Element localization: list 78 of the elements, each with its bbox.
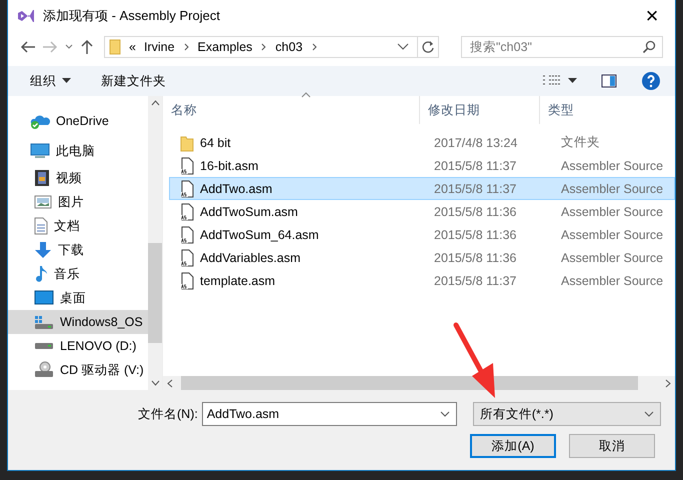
preview-pane-icon [601,74,617,88]
chevron-down-icon [397,43,409,51]
breadcrumb[interactable]: Irvine [144,40,175,54]
file-row[interactable]: 64 bit 2017/4/8 13:24 文件夹 [169,131,675,154]
column-header[interactable]: 类型 [540,96,670,124]
breadcrumb[interactable]: ch03 [275,40,303,54]
asm-file-icon [180,180,194,198]
sidebar-item[interactable]: 视频 [8,166,148,190]
file-row[interactable]: AddTwo.asm 2015/5/8 11:37 Assembler Source [169,177,675,200]
asm-file-icon [180,156,194,174]
document-icon [34,217,48,235]
folder-icon [180,134,194,152]
sidebar-item[interactable]: 文档 [8,214,148,238]
chevron-right-icon [182,42,190,52]
window-title: 添加现有项 - Assembly Project [43,7,221,25]
add-button[interactable]: 添加(A) [470,434,556,458]
chevron-down-icon [644,411,654,417]
sidebar-item[interactable]: 图片 [8,190,148,214]
chevron-right-icon [310,42,318,52]
music-note-icon [34,265,48,283]
desktop-icon [34,290,54,306]
up-arrow-icon [80,39,94,55]
chevron-right-icon [260,42,268,52]
chevron-down-icon [440,411,450,417]
file-type-dropdown[interactable]: 所有文件(*.*) [472,402,661,426]
sidebar-item[interactable]: LENOVO (D:) [8,334,148,358]
cloud-icon [30,113,50,129]
help-icon [641,71,661,91]
asm-file-icon [180,202,194,220]
film-icon [34,169,50,187]
back-arrow-icon [20,40,36,54]
file-row[interactable]: AddTwoSum.asm 2015/5/8 11:36 Assembler Source [169,200,675,223]
refresh-icon [421,40,435,54]
file-row[interactable]: AddTwoSum_64.asm 2015/5/8 11:36 Assembler Source [169,223,675,246]
image-icon [34,195,52,209]
search-icon [642,40,656,54]
file-row[interactable]: template.asm 2015/5/8 11:37 Assembler Source [169,269,675,292]
breadcrumb[interactable]: Examples [198,40,252,54]
download-arrow-icon [34,241,52,259]
filename-label: 文件名(N): [138,406,198,422]
cancel-button[interactable]: 取消 [569,434,655,458]
column-header[interactable]: 名称 [163,96,420,124]
monitor-icon [30,143,50,159]
file-row[interactable]: AddVariables.asm 2015/5/8 11:36 Assembler Source [169,246,675,269]
infinity-logo-icon [17,8,35,24]
column-header[interactable]: 修改日期 [420,96,540,124]
new-folder-button[interactable]: 新建文件夹 [97,70,170,92]
scroll-down-icon [150,380,160,386]
folder-icon [109,39,121,55]
overflow-marker: « [129,40,136,54]
organize-menu[interactable]: 组织 [26,70,75,92]
cd-drive-icon [34,361,54,379]
forward-arrow-icon [42,40,58,54]
asm-file-icon [180,272,194,290]
caret-down-icon [568,78,577,84]
sidebar-item[interactable]: OneDrive [8,106,148,136]
sidebar-item[interactable]: Windows8_OS [8,310,148,334]
chevron-down-icon [64,43,74,51]
filename-field[interactable]: AddTwo.asm [202,402,457,426]
caret-down-icon [62,78,71,84]
file-row[interactable]: 16-bit.asm 2015/5/8 11:37 Assembler Source [169,154,675,177]
sidebar-item[interactable]: CD 驱动器 (V:) [8,358,148,382]
sidebar-item[interactable]: 音乐 [8,262,148,286]
search-field[interactable]: 搜索"ch03" [461,36,663,58]
sidebar-item[interactable]: 此电脑 [8,136,148,166]
scroll-up-icon [150,100,160,106]
sidebar-item[interactable]: 下载 [8,238,148,262]
drive-icon [34,342,54,350]
asm-file-icon [180,248,194,266]
scroll-right-icon [665,378,671,388]
sidebar-item[interactable]: 桌面 [8,286,148,310]
asm-file-icon [180,226,194,244]
drive-icon [34,314,54,330]
close-button[interactable]: × [629,0,675,32]
scrollbar-thumb[interactable] [148,243,162,343]
scrollbar-thumb[interactable] [181,376,638,390]
sort-ascending-icon [301,92,311,98]
scroll-left-icon [167,378,173,388]
